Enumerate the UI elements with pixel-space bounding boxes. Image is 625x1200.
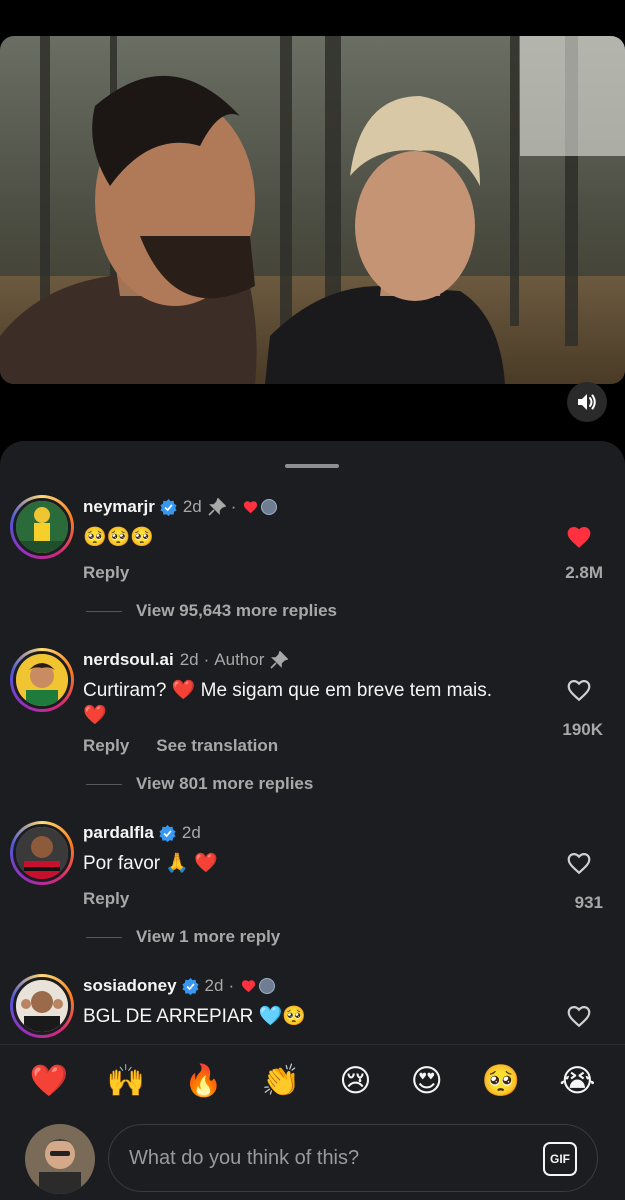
author-mini-avatar bbox=[261, 499, 278, 515]
comment-input-placeholder: What do you think of this? bbox=[129, 1146, 360, 1169]
reaction-heart[interactable]: ❤️ bbox=[29, 1065, 68, 1096]
audio-toggle-button[interactable] bbox=[567, 382, 607, 422]
comment-time: 2d bbox=[182, 497, 202, 516]
comment-composer: What do you think of this? GIF bbox=[0, 1116, 625, 1200]
avatar[interactable] bbox=[10, 974, 74, 1038]
quick-reactions-bar: ❤️ 🙌 🔥 👏 😢 😍 🥺 😭 bbox=[0, 1044, 625, 1116]
reaction-pleading[interactable]: 🥺 bbox=[482, 1065, 521, 1096]
like-count: 931 bbox=[574, 893, 603, 912]
pin-icon bbox=[208, 498, 226, 516]
view-replies-button[interactable]: View 1 more reply bbox=[86, 927, 280, 947]
verified-badge-icon bbox=[160, 498, 177, 516]
comment-username[interactable]: nerdsoul.ai bbox=[83, 650, 174, 670]
avatar[interactable] bbox=[10, 495, 74, 559]
heart-outline-icon[interactable] bbox=[566, 851, 592, 875]
comment-input[interactable]: What do you think of this? GIF bbox=[108, 1124, 598, 1192]
reply-button[interactable]: Reply bbox=[83, 889, 129, 909]
reaction-sobbing[interactable]: 😭 bbox=[559, 1065, 595, 1096]
author-label: Author bbox=[214, 650, 265, 669]
my-avatar bbox=[25, 1124, 95, 1194]
heart-outline-icon[interactable] bbox=[566, 1004, 592, 1028]
verified-badge-icon bbox=[159, 824, 176, 842]
view-replies-button[interactable]: View 801 more replies bbox=[86, 774, 313, 794]
liked-by-author bbox=[243, 499, 278, 515]
like-count: 2.8M bbox=[565, 563, 603, 582]
view-replies-label: View 1 more reply bbox=[136, 927, 281, 946]
author-mini-avatar bbox=[259, 978, 276, 994]
heart-filled-icon bbox=[242, 980, 256, 993]
heart-outline-icon[interactable] bbox=[566, 678, 592, 702]
reply-button[interactable]: Reply bbox=[83, 736, 129, 756]
comment-username[interactable]: neymarjr bbox=[83, 497, 155, 517]
heart-filled-icon bbox=[244, 501, 258, 514]
drag-handle[interactable] bbox=[285, 464, 339, 468]
comment-text: 🥺🥺🥺 bbox=[83, 527, 154, 548]
view-replies-button[interactable]: View 95,643 more replies bbox=[86, 601, 337, 621]
heart-filled-icon[interactable] bbox=[566, 525, 592, 549]
video-frame bbox=[0, 36, 625, 384]
reaction-heart-eyes[interactable]: 😍 bbox=[411, 1065, 443, 1096]
reaction-fire[interactable]: 🔥 bbox=[184, 1065, 223, 1096]
reply-button[interactable]: Reply bbox=[83, 563, 129, 583]
reaction-crying[interactable]: 😢 bbox=[339, 1065, 371, 1096]
avatar[interactable] bbox=[10, 648, 74, 712]
speaker-icon bbox=[578, 394, 596, 410]
see-translation-button[interactable]: See translation bbox=[156, 736, 278, 756]
video-player[interactable] bbox=[0, 36, 625, 384]
comment-text: Curtiram? ❤️ Me sigam que em breve tem m… bbox=[83, 680, 493, 726]
comment-text: BGL DE ARREPIAR 🩵🥺 bbox=[83, 1006, 306, 1027]
reaction-clap[interactable]: 👏 bbox=[262, 1065, 301, 1096]
like-count: 190K bbox=[562, 720, 603, 739]
view-replies-label: View 95,643 more replies bbox=[136, 601, 337, 620]
verified-badge-icon bbox=[181, 977, 199, 995]
liked-by-author bbox=[241, 978, 276, 994]
comment-text: Por favor 🙏 ❤️ bbox=[83, 853, 218, 874]
comment-username[interactable]: pardalfla bbox=[83, 823, 154, 843]
view-replies-label: View 801 more replies bbox=[136, 774, 314, 793]
gif-button[interactable]: GIF bbox=[543, 1142, 577, 1176]
pin-icon bbox=[270, 651, 289, 669]
comment-username[interactable]: sosiadoney bbox=[83, 976, 177, 996]
comment-time: 2d bbox=[179, 650, 199, 669]
comment-time: 2d bbox=[181, 823, 201, 842]
avatar[interactable] bbox=[10, 821, 74, 885]
comment-time: 2d bbox=[204, 976, 224, 995]
reaction-raised-hands[interactable]: 🙌 bbox=[107, 1065, 146, 1096]
